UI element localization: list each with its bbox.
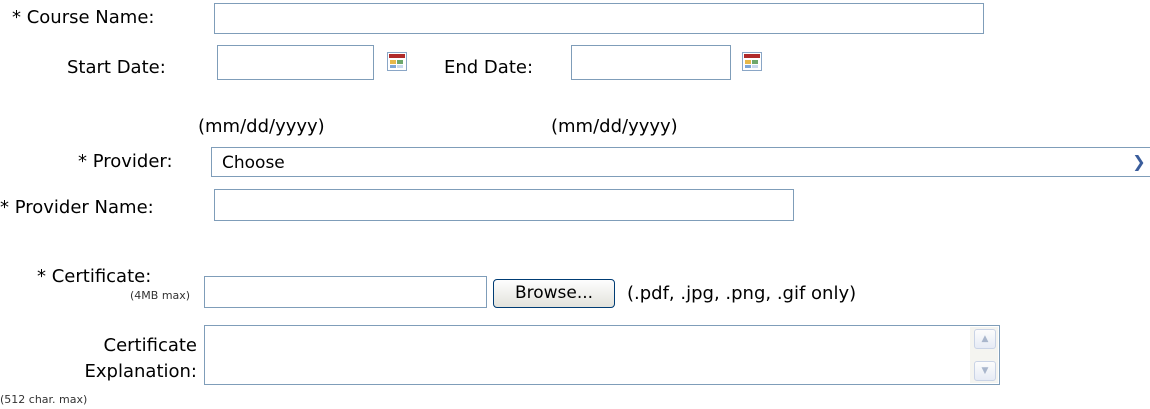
certificate-types-hint: (.pdf, .jpg, .png, .gif only) — [627, 283, 857, 304]
course-name-label: * Course Name: — [12, 7, 155, 28]
start-date-label: Start Date: — [67, 57, 166, 78]
end-date-format-hint: (mm/dd/yyyy) — [551, 116, 678, 137]
provider-name-label: * Provider Name: — [0, 197, 154, 218]
course-name-input[interactable] — [214, 3, 984, 34]
provider-name-input[interactable] — [214, 189, 794, 221]
calendar-icon[interactable] — [387, 52, 407, 71]
end-date-label: End Date: — [444, 57, 534, 78]
certificate-file-input[interactable] — [204, 276, 487, 308]
scroll-down-arrow-icon[interactable]: ▼ — [974, 361, 996, 381]
provider-select[interactable]: Choose ❯ — [211, 147, 1150, 177]
certificate-explanation-textarea[interactable]: ▲ ▼ — [204, 325, 1000, 385]
browse-button[interactable]: Browse... — [493, 279, 615, 308]
provider-selected-value: Choose — [222, 153, 285, 173]
provider-label: * Provider: — [78, 151, 173, 172]
start-date-format-hint: (mm/dd/yyyy) — [198, 116, 325, 137]
chevron-down-icon[interactable]: ❯ — [1128, 151, 1150, 173]
scroll-up-arrow-icon[interactable]: ▲ — [974, 329, 996, 349]
certificate-label: * Certificate: — [37, 266, 152, 287]
certificate-size-hint: (4MB max) — [130, 289, 191, 302]
explanation-char-hint: (512 char. max) — [0, 393, 88, 406]
explanation-label-line2: Explanation: — [84, 361, 197, 382]
end-date-input[interactable] — [571, 45, 731, 80]
start-date-input[interactable] — [217, 45, 374, 80]
calendar-icon[interactable] — [742, 52, 762, 71]
textarea-scrollbar[interactable]: ▲ ▼ — [970, 327, 998, 383]
explanation-label-line1: Certificate — [103, 335, 198, 356]
